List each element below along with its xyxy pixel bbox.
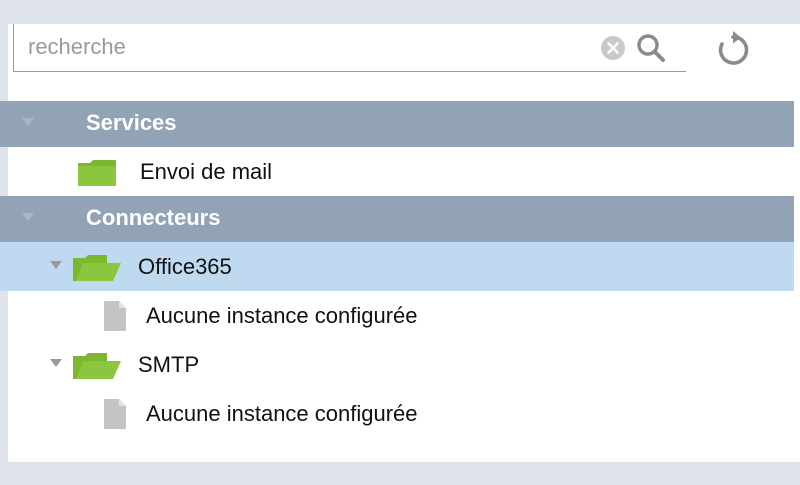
tree-item-label: Office365 <box>138 254 232 279</box>
clear-icon[interactable] <box>600 35 626 61</box>
document-icon <box>104 399 126 429</box>
section-label: Services <box>86 110 177 135</box>
service-tree: Services Envoi de mail Connecteurs Offic… <box>0 101 794 438</box>
bottom-strip <box>0 462 800 485</box>
tree-item-office365[interactable]: Office365 <box>0 242 794 291</box>
folder-icon <box>78 160 116 186</box>
tree-item-smtp-empty[interactable]: Aucune instance configurée <box>0 389 794 438</box>
tree-item-label: Envoi de mail <box>140 159 273 184</box>
tree-item-label: Aucune instance configurée <box>146 401 418 426</box>
expand-triangle-icon[interactable] <box>50 261 62 269</box>
search-field <box>13 24 686 72</box>
tree-item-label: SMTP <box>138 352 200 377</box>
collapse-triangle-icon[interactable] <box>22 213 34 221</box>
document-icon <box>104 301 126 331</box>
search-icon[interactable] <box>635 32 667 64</box>
tree-item-label: Aucune instance configurée <box>146 303 418 328</box>
expand-triangle-icon[interactable] <box>50 359 62 367</box>
tree-item-envoi-de-mail[interactable]: Envoi de mail <box>0 147 794 196</box>
section-header-connecteurs[interactable]: Connecteurs <box>0 196 794 242</box>
tree-item-office365-empty[interactable]: Aucune instance configurée <box>0 291 794 340</box>
search-input[interactable] <box>28 30 588 64</box>
open-folder-icon <box>73 353 121 379</box>
refresh-icon[interactable] <box>713 30 753 70</box>
collapse-triangle-icon[interactable] <box>22 118 34 126</box>
section-header-services[interactable]: Services <box>0 101 794 147</box>
tree-item-smtp[interactable]: SMTP <box>0 340 794 389</box>
section-label: Connecteurs <box>86 205 221 230</box>
search-bar <box>13 24 773 76</box>
open-folder-icon <box>73 255 121 281</box>
